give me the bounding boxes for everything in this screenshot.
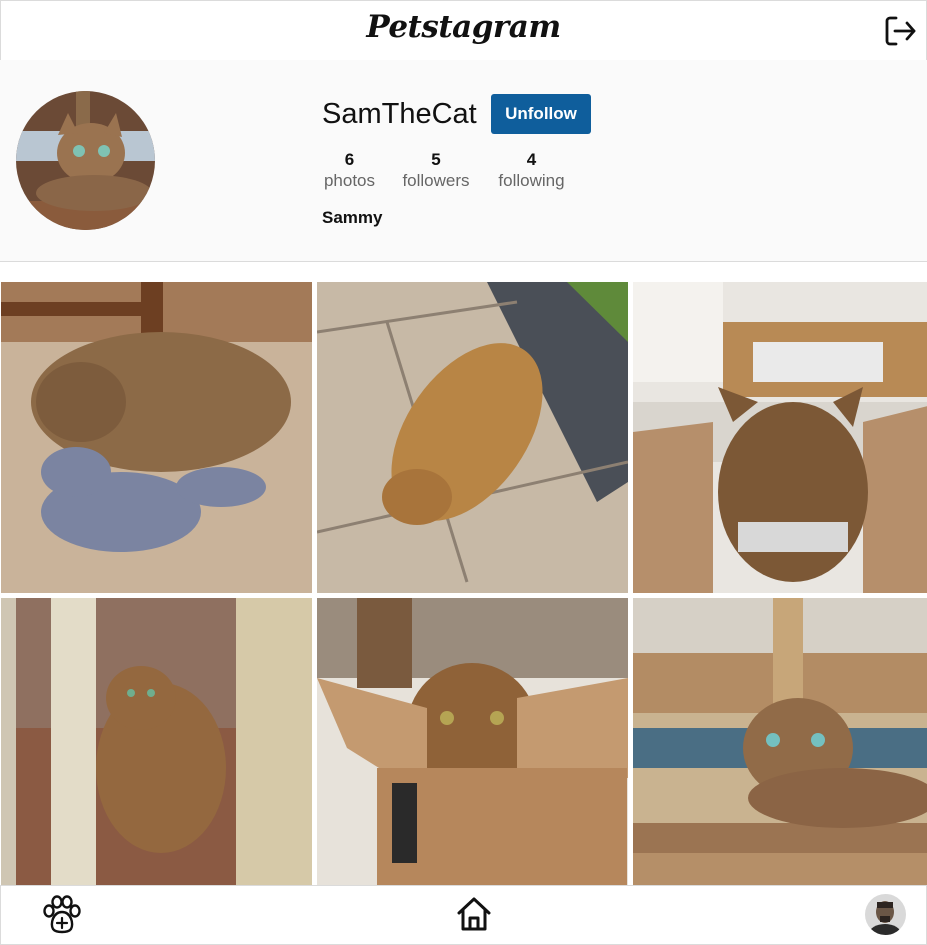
stat-value: 5	[431, 150, 441, 169]
stat-label: following	[498, 171, 565, 190]
app-logo[interactable]: Petstagram	[1, 9, 926, 45]
paw-plus-icon[interactable]	[41, 894, 83, 936]
photo-tile[interactable]	[633, 598, 927, 909]
photo-tile[interactable]	[633, 282, 927, 593]
stat-label: followers	[402, 171, 470, 190]
photo-tile[interactable]	[317, 598, 628, 909]
photo-tile[interactable]	[1, 282, 312, 593]
profile-header: SamTheCat Unfollow 6 photos 5 followers …	[0, 60, 927, 262]
photo-tile[interactable]	[1, 598, 312, 909]
stat-value: 4	[526, 150, 537, 169]
home-icon[interactable]	[455, 895, 493, 933]
stat-label: photos	[323, 171, 376, 190]
photo-tile[interactable]	[317, 282, 628, 593]
bottom-nav	[0, 885, 927, 945]
stat-followers[interactable]: 5 followers	[401, 149, 471, 191]
stat-photos: 6 photos	[322, 149, 377, 191]
unfollow-button[interactable]: Unfollow	[491, 94, 591, 134]
profile-username: SamTheCat	[322, 98, 477, 130]
profile-full-name: Sammy	[322, 208, 383, 227]
user-avatar[interactable]	[865, 894, 906, 935]
stat-following[interactable]: 4 following	[496, 149, 567, 191]
logout-icon[interactable]	[882, 13, 918, 49]
profile-avatar	[16, 91, 155, 230]
photo-grid	[0, 282, 927, 909]
top-bar: Petstagram	[0, 0, 927, 61]
stat-value: 6	[344, 150, 355, 169]
